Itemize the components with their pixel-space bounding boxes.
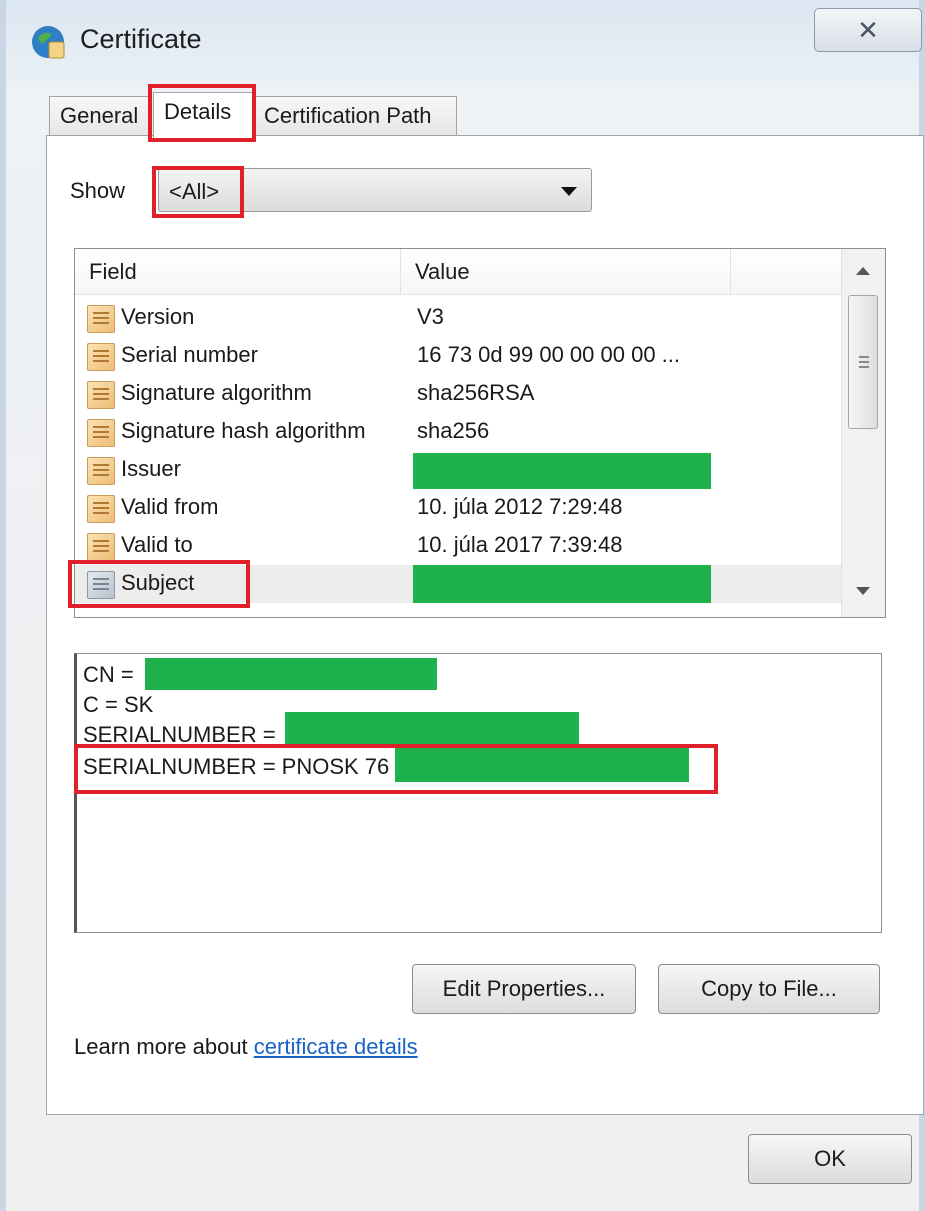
row-field: Signature hash algorithm — [121, 418, 366, 443]
scroll-up-icon[interactable] — [856, 267, 870, 275]
ok-button[interactable]: OK — [748, 1134, 912, 1184]
redacted-value — [145, 658, 437, 690]
redacted-value — [413, 453, 711, 489]
close-button[interactable]: ✕ — [814, 8, 922, 52]
row-value: sha256 — [417, 418, 490, 443]
field-icon — [87, 457, 115, 485]
row-field: Issuer — [121, 456, 181, 481]
copy-to-file-button[interactable]: Copy to File... — [658, 964, 880, 1014]
field-icon — [87, 495, 115, 523]
table-row[interactable]: Valid to 10. júla 2017 7:39:48 — [75, 527, 841, 565]
show-dropdown[interactable]: <All> — [158, 168, 592, 212]
table-row[interactable]: Version V3 — [75, 299, 841, 337]
field-icon — [87, 305, 115, 333]
table-row[interactable]: Signature algorithm sha256RSA — [75, 375, 841, 413]
certificate-icon — [32, 26, 65, 59]
tab-details[interactable]: Details — [153, 92, 253, 138]
detail-line: CN = — [83, 662, 134, 687]
detail-line: SERIALNUMBER = PNOSK 76 — [83, 754, 390, 779]
row-value: sha256RSA — [417, 380, 535, 405]
field-icon — [87, 381, 115, 409]
field-icon — [87, 571, 115, 599]
row-field: Subject — [121, 570, 195, 595]
row-field: Serial number — [121, 342, 258, 367]
redacted-value — [285, 712, 579, 748]
detail-line: SERIALNUMBER = — [83, 722, 276, 747]
table-row[interactable]: Valid from 10. júla 2012 7:29:48 — [75, 489, 841, 527]
column-header-field[interactable]: Field — [75, 249, 401, 295]
field-icon — [87, 533, 115, 561]
show-dropdown-value: <All> — [169, 179, 220, 204]
detail-line: C = SK — [83, 692, 154, 717]
row-field: Version — [121, 304, 195, 329]
fields-list[interactable]: Field Value Version V3 Serial number 16 … — [74, 248, 886, 618]
row-value: 10. júla 2012 7:29:48 — [417, 494, 623, 519]
learn-more-label: Learn more about — [74, 1034, 248, 1059]
list-header: Field Value — [75, 249, 841, 295]
scroll-thumb[interactable] — [848, 295, 878, 429]
row-field: Valid from — [121, 494, 219, 519]
row-value: 16 73 0d 99 00 00 00 00 ... — [417, 342, 681, 367]
certificate-dialog: Certificate ✕ General Details Certificat… — [0, 0, 925, 1211]
learn-more-text: Learn more about certificate details — [74, 1034, 418, 1060]
redacted-value — [395, 748, 689, 782]
table-row[interactable]: Serial number 16 73 0d 99 00 00 00 00 ..… — [75, 337, 841, 375]
tab-general[interactable]: General — [49, 96, 149, 136]
row-value: 10. júla 2017 7:39:48 — [417, 532, 623, 557]
row-field: Signature algorithm — [121, 380, 312, 405]
tab-certification-path[interactable]: Certification Path — [253, 96, 457, 136]
title-bar: Certificate ✕ — [6, 0, 922, 80]
table-row[interactable]: Subject — [75, 565, 841, 603]
column-header-value[interactable]: Value — [401, 249, 731, 295]
edit-properties-button[interactable]: Edit Properties... — [412, 964, 636, 1014]
row-value: V3 — [417, 304, 444, 329]
field-icon — [87, 419, 115, 447]
table-row[interactable]: Signature hash algorithm sha256 — [75, 413, 841, 451]
table-row[interactable]: Issuer — [75, 451, 841, 489]
window-title: Certificate — [80, 24, 202, 54]
grip-icon — [859, 356, 869, 358]
certificate-details-link[interactable]: certificate details — [254, 1034, 418, 1059]
scroll-down-icon[interactable] — [856, 587, 870, 595]
row-field: Valid to — [121, 532, 193, 557]
redacted-value — [413, 565, 711, 603]
field-icon — [87, 343, 115, 371]
field-detail-box[interactable]: CN = C = SK SERIALNUMBER = SERIALNUMBER … — [74, 653, 882, 933]
chevron-down-icon — [561, 187, 577, 196]
scrollbar[interactable] — [841, 249, 885, 617]
show-label: Show — [70, 178, 126, 203]
